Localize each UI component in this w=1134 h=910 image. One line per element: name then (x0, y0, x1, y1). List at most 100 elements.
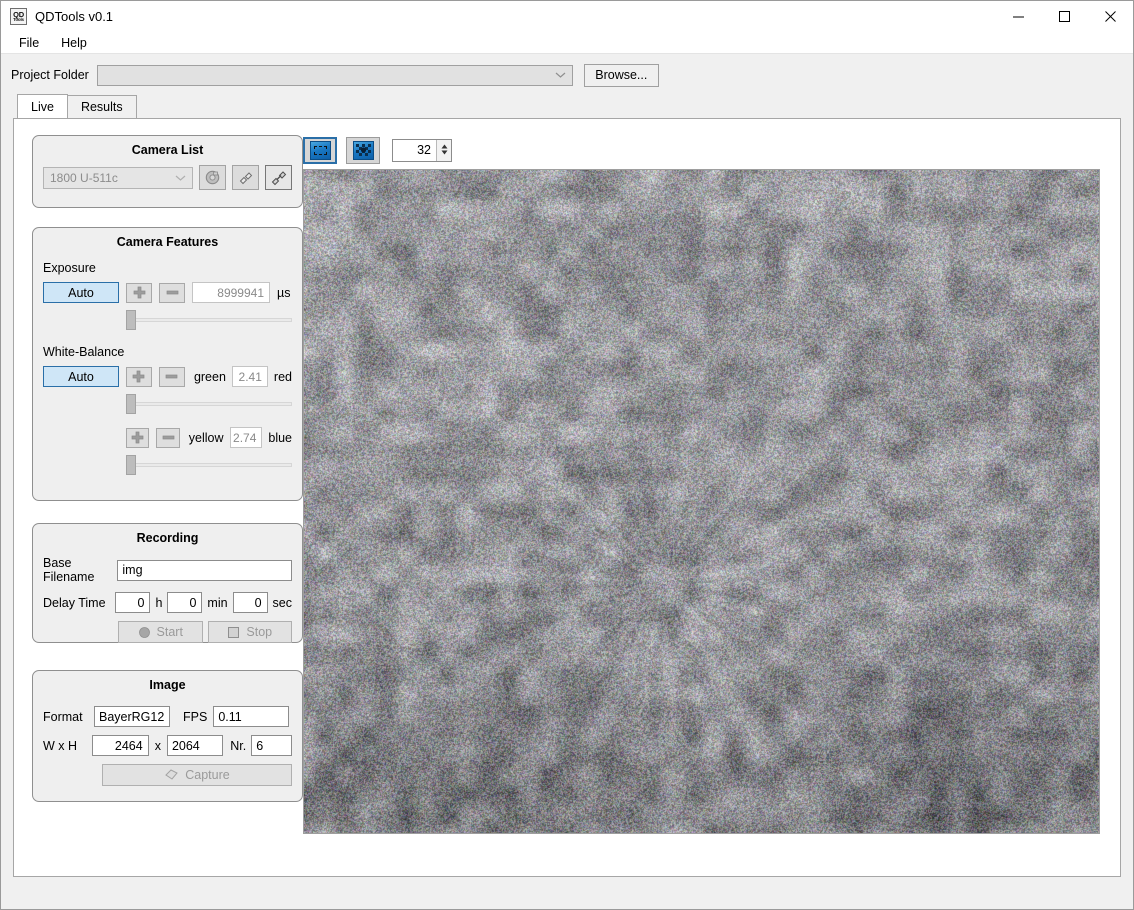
wb-red-label: red (274, 370, 292, 384)
pixel-zoom-tool-button[interactable] (346, 137, 380, 164)
application-window: QD Tools QDTools v0.1 File Help Project … (0, 0, 1134, 910)
recording-start-button[interactable]: Start (118, 621, 203, 643)
title-bar: QD Tools QDTools v0.1 (1, 1, 1133, 32)
delay-time-label: Delay Time (43, 596, 112, 610)
binning-value[interactable]: 32 (393, 143, 436, 157)
delay-hours-unit: h (155, 596, 162, 610)
wb-green-red-value-field[interactable]: 2.41 (232, 366, 268, 387)
window-controls (995, 1, 1133, 32)
fps-field[interactable]: 0.11 (213, 706, 289, 727)
nr-field[interactable]: 6 (251, 735, 292, 756)
wb-green-red-decrease-button[interactable] (159, 367, 185, 387)
exposure-decrease-button[interactable] (159, 283, 185, 303)
camera-list-title: Camera List (33, 136, 302, 159)
wb-yellow-blue-decrease-button[interactable] (156, 428, 179, 448)
width-height-row: W x H 2464 x 2064 Nr. 6 (43, 735, 292, 756)
wb-green-red-increase-button[interactable] (126, 367, 152, 387)
exposure-slider[interactable] (126, 309, 292, 331)
wb-yellow-blue-value-field[interactable]: 2.74 (230, 427, 263, 448)
recording-title: Recording (33, 524, 302, 547)
camera-select-combobox[interactable]: 1800 U-511c (43, 167, 193, 189)
recording-stop-button[interactable]: Stop (208, 621, 293, 643)
slider-handle[interactable] (126, 455, 136, 475)
delay-seconds-unit: sec (273, 596, 292, 610)
width-field[interactable]: 2464 (92, 735, 148, 756)
live-camera-image-canvas[interactable] (304, 170, 1100, 834)
exposure-controls-row: Auto 8999941 µs (43, 282, 292, 303)
wb-yellow-blue-slider[interactable] (126, 454, 292, 476)
project-folder-combobox[interactable] (97, 65, 573, 86)
maximize-button[interactable] (1041, 1, 1087, 32)
format-label: Format (43, 710, 91, 724)
menu-item-help[interactable]: Help (53, 34, 95, 52)
capture-button-row: Capture (43, 764, 292, 786)
close-button[interactable] (1087, 1, 1133, 32)
delay-minutes-field[interactable]: 0 (167, 592, 202, 613)
delay-seconds-field[interactable]: 0 (233, 592, 268, 613)
wb-green-red-slider[interactable] (126, 393, 292, 415)
app-icon: QD Tools (10, 8, 27, 25)
recording-buttons-row: Start Stop (118, 621, 292, 643)
wb-yellow-blue-slider-row (126, 454, 292, 476)
minus-icon (162, 434, 175, 441)
slider-handle[interactable] (126, 310, 136, 330)
camera-list-row: 1800 U-511c (43, 165, 292, 190)
wb-yellow-label: yellow (189, 431, 224, 445)
capture-label: Capture (185, 768, 229, 782)
plug-connect-icon-button[interactable] (232, 165, 259, 190)
white-balance-label: White-Balance (43, 345, 292, 359)
base-filename-label: Base Filename (43, 556, 114, 584)
slider-handle[interactable] (126, 394, 136, 414)
menu-item-file[interactable]: File (11, 34, 47, 52)
plug-disconnect-icon (270, 169, 288, 186)
delay-hours-field[interactable]: 0 (115, 592, 150, 613)
slider-groove (128, 318, 292, 322)
exposure-increase-button[interactable] (126, 283, 152, 303)
camera-select-value: 1800 U-511c (50, 171, 118, 185)
menu-bar: File Help (1, 32, 1133, 54)
minimize-button[interactable] (995, 1, 1041, 32)
fps-label: FPS (183, 710, 207, 724)
x-separator-label: x (155, 739, 161, 753)
tab-live[interactable]: Live (17, 94, 68, 118)
delay-minutes-unit: min (207, 596, 227, 610)
white-balance-row-2: yellow 2.74 blue (126, 427, 292, 448)
base-filename-row: Base Filename img (43, 556, 292, 584)
camera-features-group: Camera Features Exposure Auto 8999941 µs (32, 227, 303, 501)
stop-square-icon (227, 626, 240, 639)
camera-features-title: Camera Features (33, 228, 302, 251)
browse-button[interactable]: Browse... (584, 64, 659, 87)
wb-blue-label: blue (268, 431, 292, 445)
height-field[interactable]: 2064 (167, 735, 223, 756)
format-field[interactable]: BayerRG12 (94, 706, 170, 727)
binning-spinbox[interactable]: 32 (392, 139, 452, 162)
wh-label: W x H (43, 739, 89, 753)
chevron-down-icon (555, 68, 566, 82)
exposure-auto-button[interactable]: Auto (43, 282, 119, 303)
dashed-rectangle-icon (314, 146, 327, 155)
app-icon-line2: Tools (13, 18, 24, 23)
spinbox-arrows[interactable] (436, 140, 451, 161)
image-preview-column: 32 (303, 119, 1120, 876)
camera-settings-icon (204, 169, 222, 186)
tab-results[interactable]: Results (67, 95, 137, 118)
white-balance-auto-button[interactable]: Auto (43, 366, 119, 387)
plug-disconnect-icon-button[interactable] (265, 165, 292, 190)
base-filename-field[interactable]: img (117, 560, 292, 581)
image-group-title: Image (33, 671, 302, 694)
minus-icon (165, 373, 178, 380)
plus-icon (131, 431, 144, 444)
exposure-value-field[interactable]: 8999941 (192, 282, 270, 303)
live-camera-image-view[interactable] (303, 169, 1100, 834)
wb-green-red-slider-row (126, 393, 292, 415)
camera-settings-icon-button[interactable] (199, 165, 226, 190)
format-fps-row: Format BayerRG12 FPS 0.11 (43, 706, 292, 727)
spinbox-down-icon[interactable] (441, 150, 448, 156)
recording-start-label: Start (157, 625, 183, 639)
roi-select-tool-button[interactable] (303, 137, 337, 164)
recording-stop-label: Stop (246, 625, 272, 639)
capture-button[interactable]: Capture (102, 764, 292, 786)
wb-yellow-blue-increase-button[interactable] (126, 428, 149, 448)
tab-strip: Live Results (1, 94, 1133, 118)
image-toolbar: 32 (303, 135, 1120, 165)
